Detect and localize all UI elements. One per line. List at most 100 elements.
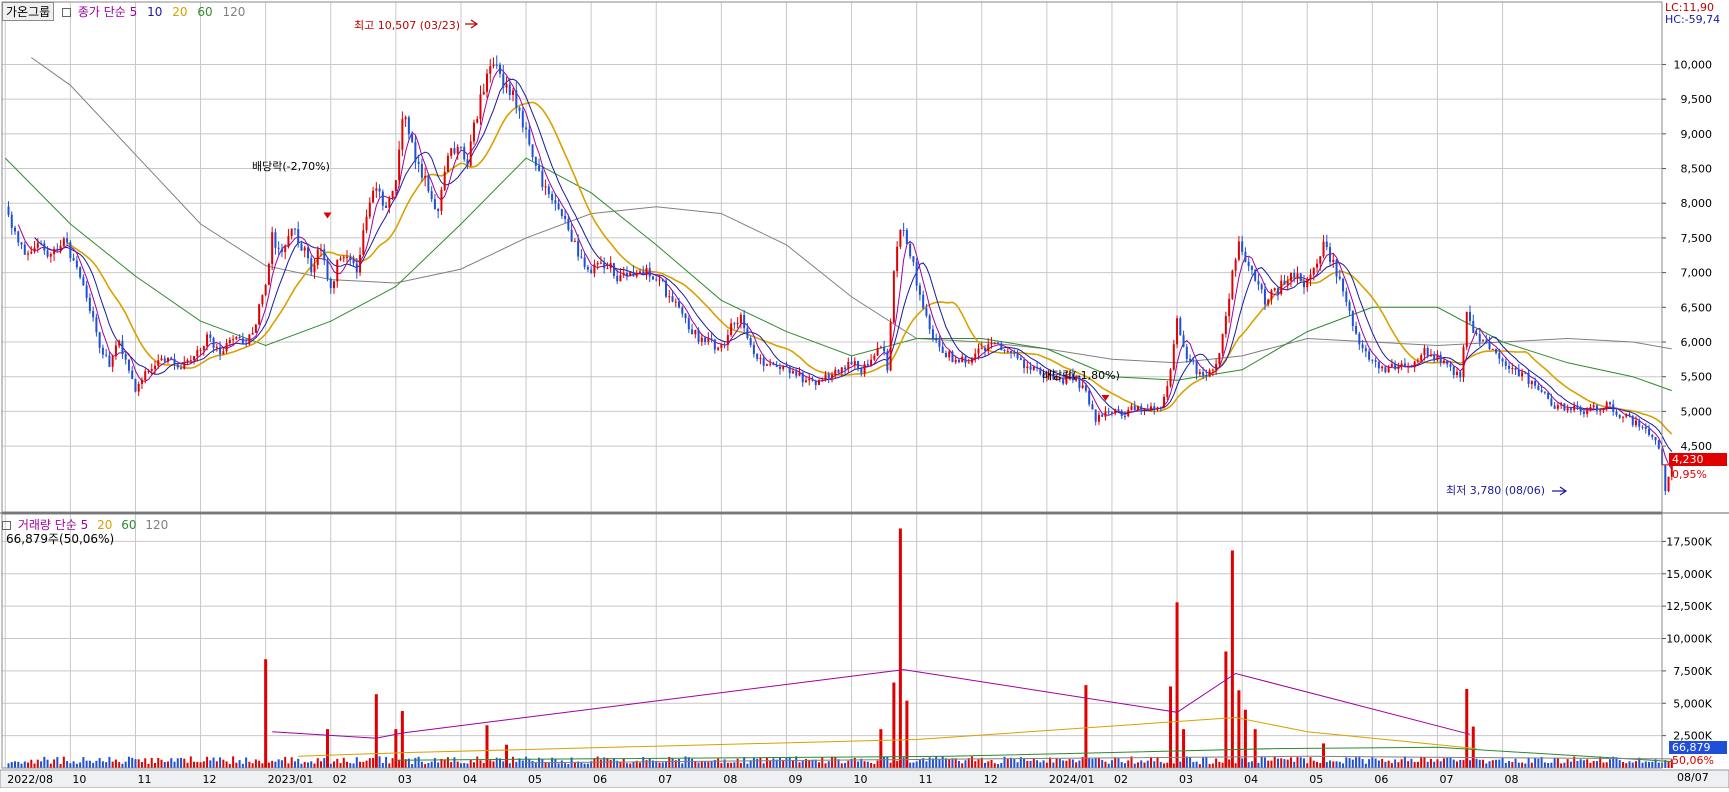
candle-body — [316, 249, 319, 265]
volume-bar — [521, 760, 524, 768]
volume-bar — [381, 762, 384, 768]
candle-body — [1478, 334, 1481, 342]
volume-bar — [280, 760, 283, 768]
candle-body — [1576, 406, 1579, 408]
candle-body — [196, 350, 199, 357]
candle-body — [1023, 359, 1026, 369]
candle-body — [1508, 365, 1511, 369]
current-volume-label: 66,879 — [1672, 741, 1711, 754]
candle-body — [1032, 366, 1035, 370]
volume-spike-bar — [1224, 651, 1228, 768]
candle-body — [1312, 267, 1315, 275]
candle-body — [642, 271, 645, 275]
volume-bar — [459, 763, 462, 768]
volume-bar — [1592, 760, 1595, 768]
candle-body — [1176, 318, 1179, 345]
candle-body — [570, 229, 573, 242]
candle-body — [1198, 372, 1201, 375]
x-tick-label: 10 — [854, 773, 868, 786]
candle-body — [1618, 414, 1621, 418]
volume-bar — [147, 763, 150, 768]
candle-body — [1439, 354, 1442, 363]
volume-bar — [1589, 762, 1592, 768]
volume-bar — [691, 758, 694, 768]
volume-y-tick-label: 15,000K — [1666, 568, 1712, 581]
candle-body — [1195, 361, 1198, 375]
legend-toggle-icon[interactable] — [62, 8, 71, 17]
candle-body — [482, 91, 485, 95]
volume-bar — [697, 762, 700, 768]
volume-bar — [134, 759, 137, 768]
volume-bar — [1338, 761, 1341, 768]
volume-spike-bar — [1175, 602, 1179, 768]
candle-body — [310, 258, 313, 272]
candle-body — [658, 279, 661, 281]
volume-bar — [925, 761, 928, 768]
volume-bar — [43, 756, 46, 768]
candle-body — [349, 256, 352, 260]
candle-body — [62, 238, 65, 246]
candle-body — [1159, 407, 1162, 409]
candle-body — [759, 358, 762, 360]
volume-legend-toggle-icon[interactable] — [2, 521, 11, 530]
x-tick-label: 2024/01 — [1049, 773, 1095, 786]
candle-body — [131, 370, 134, 379]
candle-body — [342, 257, 345, 259]
candle-body — [1592, 405, 1595, 408]
candle-body — [573, 240, 576, 242]
x-tick-label: 11 — [137, 773, 151, 786]
candle-body — [635, 273, 638, 277]
volume-bar — [1534, 758, 1537, 768]
candle-body — [713, 339, 716, 350]
volume-bar — [1384, 761, 1387, 768]
candle-body — [365, 216, 368, 231]
volume-bar — [1026, 760, 1029, 768]
volume-bar — [1449, 757, 1452, 768]
volume-bar — [144, 758, 147, 768]
candle-body — [147, 370, 150, 372]
volume-legend-ma60: 60 — [121, 518, 137, 532]
volume-bar — [883, 756, 886, 768]
volume-bar — [1563, 762, 1566, 768]
volume-bar — [1094, 757, 1097, 768]
candle-body — [1091, 404, 1094, 410]
volume-bar — [1208, 763, 1211, 768]
volume-bar — [671, 758, 674, 768]
volume-bar — [79, 762, 82, 768]
candle-body — [391, 191, 394, 198]
volume-bar — [482, 763, 485, 768]
volume-bar — [1036, 760, 1039, 768]
volume-bar — [700, 761, 703, 768]
candle-body — [1329, 247, 1332, 262]
volume-bar — [342, 757, 345, 768]
candle-body — [297, 229, 300, 244]
candle-body — [1237, 241, 1240, 260]
candle-body — [876, 347, 879, 356]
volume-bar — [160, 759, 163, 768]
volume-bar — [27, 762, 30, 768]
volume-bar — [1667, 761, 1670, 768]
candle-body — [466, 159, 469, 166]
volume-bar — [463, 762, 466, 768]
candle-body — [1524, 372, 1527, 374]
low-annotation: 최저 3,780 (08/06) — [1446, 484, 1545, 497]
candle-body — [85, 285, 88, 298]
volume-bar — [124, 761, 127, 768]
candle-body — [313, 264, 316, 272]
candle-body — [20, 242, 23, 245]
candle-body — [586, 266, 589, 270]
volume-bar — [1329, 760, 1332, 768]
volume-bar — [1068, 759, 1071, 768]
volume-bar — [1013, 758, 1016, 768]
volume-spike-bar — [1465, 689, 1469, 768]
stock-chart-window: 2022/08 10 11 12 2023/01 02 03 04 05 06 07 08 09 10 11… — [0, 0, 1729, 789]
volume-bar — [935, 756, 938, 768]
candle-body — [984, 348, 987, 351]
candle-body — [1123, 416, 1126, 418]
candle-body — [739, 314, 742, 324]
candle-body — [66, 238, 69, 243]
group-button[interactable]: 가온그룹 — [2, 2, 55, 21]
candle-body — [531, 144, 534, 158]
candle-body — [850, 361, 853, 365]
volume-bar — [1247, 762, 1250, 768]
